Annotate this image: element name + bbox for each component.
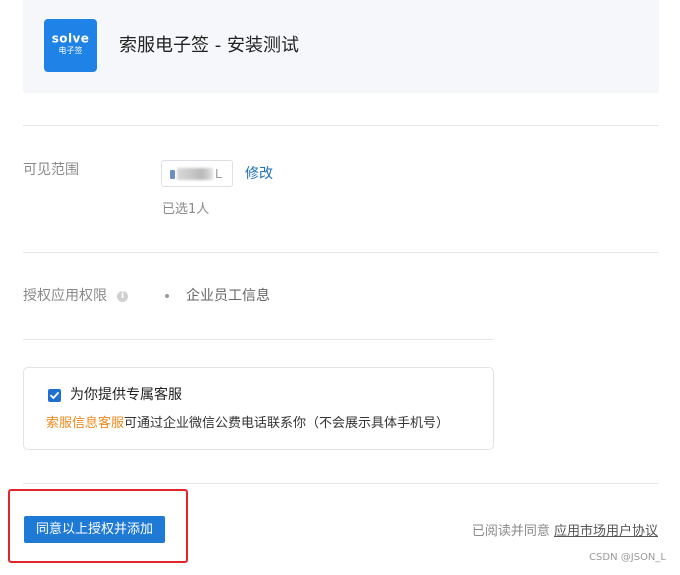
member-avatar [170,170,175,179]
app-title: 索服电子签 - 安装测试 [119,35,299,56]
agreement-text: 已阅读并同意 应用市场用户协议 [472,522,658,542]
annotation-highlight-box [8,489,188,563]
permission-item: 企业员工信息 [186,288,270,304]
exclusive-service-card: 为你提供专属客服 索服信息客服可通过企业微信公费电话联系你（不会展示具体手机号） [23,367,494,450]
solve-wordmark-icon: solve [52,32,89,46]
svg-text:solve: solve [52,32,89,46]
divider [23,252,659,253]
selected-member-chip[interactable]: L [161,160,233,187]
logo-subtext: 电子签 [58,46,83,55]
divider [23,339,494,340]
service-description-text: 可通过企业微信公费电话联系你（不会展示具体手机号） [124,416,450,431]
service-provider-name: 索服信息客服 [46,416,125,431]
divider [23,483,659,484]
modify-visibility-link[interactable]: 修改 [245,164,273,184]
user-agreement-link[interactable]: 应用市场用户协议 [554,524,658,539]
member-name-blurred [177,168,213,180]
service-checkbox[interactable] [48,389,61,402]
divider [23,125,659,126]
permissions-label: 授权应用权限 [23,288,107,304]
info-icon[interactable]: i [117,291,128,302]
watermark: CSDN @JSON_L [589,552,666,563]
install-authorization-page: solve 电子签 索服电子签 - 安装测试 可见范围 L 修改 已选1人 授权… [0,0,680,575]
service-title: 为你提供专属客服 [70,387,182,403]
selected-count: 已选1人 [162,202,210,217]
app-logo: solve 电子签 [44,19,97,72]
app-header: solve 电子签 索服电子签 - 安装测试 [23,0,659,93]
visibility-label: 可见范围 [23,162,79,178]
service-description: 索服信息客服可通过企业微信公费电话联系你（不会展示具体手机号） [46,414,449,434]
member-name-tail: L [215,167,222,181]
agreement-prefix: 已阅读并同意 [471,524,550,539]
checkmark-icon [50,392,59,399]
bullet-icon [165,294,169,298]
